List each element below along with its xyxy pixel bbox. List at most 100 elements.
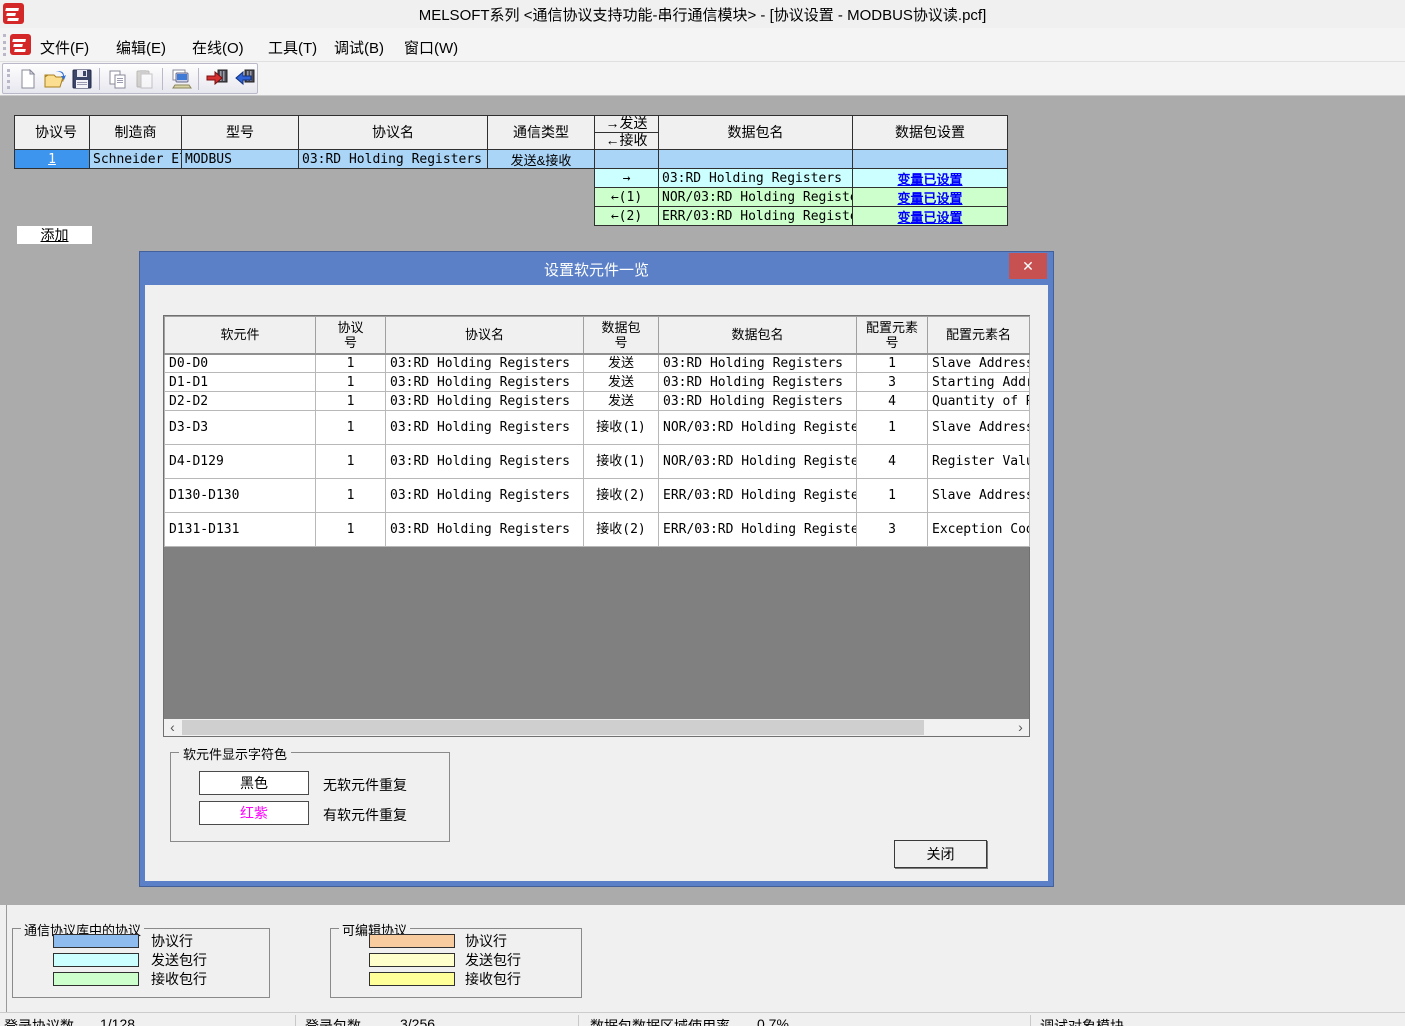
editable-send-row-swatch: [369, 953, 455, 967]
scroll-left-icon[interactable]: ‹: [164, 719, 181, 736]
device-table-header-row: 软元件 协议号 协议名 数据包号 数据包名 配置元素号 配置元素名: [165, 317, 1030, 354]
element-no-cell: 3: [857, 373, 928, 392]
save-icon[interactable]: [69, 66, 94, 92]
add-protocol-button[interactable]: 添加: [17, 226, 92, 244]
packet-cell: 接收(2): [584, 513, 659, 547]
black-color-button[interactable]: 黑色: [199, 771, 309, 795]
col-element-name: 配置元素名: [928, 317, 1030, 354]
packet-name-cell: 03:RD Holding Registers: [659, 373, 857, 392]
protocol-name-cell: 03:RD Holding Registers: [386, 373, 584, 392]
packet-row-direction: →: [594, 168, 659, 188]
close-dialog-button[interactable]: 关闭: [894, 840, 987, 868]
packet-setting-link[interactable]: 变量已设置: [852, 206, 1008, 226]
toolbar-separator: [99, 68, 100, 90]
packet-cell: 接收(2): [584, 479, 659, 513]
col-header-model: 型号: [181, 115, 299, 150]
device-cell: D1-D1: [165, 373, 316, 392]
packet-name-cell: NOR/03:RD Holding Registers: [659, 445, 857, 479]
element-name-cell: Slave Address: [928, 479, 1030, 513]
menu-online[interactable]: 在线(O): [188, 35, 248, 60]
legend-label: 接收包行: [151, 971, 207, 987]
read-from-module-icon[interactable]: [231, 66, 256, 92]
paste-icon[interactable]: [132, 66, 157, 92]
print-icon[interactable]: [168, 66, 193, 92]
protocol-row-number-link[interactable]: 1: [14, 149, 90, 169]
element-no-cell: 1: [857, 479, 928, 513]
toolbar-grip[interactable]: [7, 69, 10, 89]
packet-row-name: ERR/03:RD Holding Registers: [658, 206, 853, 226]
new-file-icon[interactable]: [15, 66, 40, 92]
packet-setting-link[interactable]: 变量已设置: [852, 168, 1008, 188]
menu-file[interactable]: 文件(F): [36, 35, 93, 60]
col-packet-no: 数据包号: [584, 317, 659, 354]
protocol-row-comm-type: 发送&接收: [487, 149, 595, 169]
table-row: D0-D0 1 03:RD Holding Registers 发送 03:RD…: [165, 354, 1030, 373]
status-separator: [1030, 1015, 1031, 1026]
status-bar: 登录协议数 1/128 登录包数 3/256 数据包数据区域使用率 0.7% 调…: [0, 1012, 1405, 1026]
scroll-right-icon[interactable]: ›: [1012, 719, 1029, 736]
protocol-no-cell: 1: [316, 479, 386, 513]
col-header-packet-name: 数据包名: [658, 115, 853, 150]
device-cell: D130-D130: [165, 479, 316, 513]
status-protocol-count-label: 登录协议数: [4, 1016, 74, 1026]
packet-row-direction: ←(2): [594, 206, 659, 226]
element-no-cell: 1: [857, 354, 928, 373]
protocol-row-manufacturer: Schneider El: [89, 149, 182, 169]
copy-icon[interactable]: [105, 66, 130, 92]
open-file-icon[interactable]: [42, 66, 67, 92]
editable-receive-row-swatch: [369, 972, 455, 986]
black-color-label: 无软元件重复: [323, 775, 407, 795]
protocol-no-cell: 1: [316, 411, 386, 445]
packet-cell: 发送: [584, 354, 659, 373]
device-cell: D2-D2: [165, 392, 316, 411]
element-no-cell: 3: [857, 513, 928, 547]
toolbar-separator: [198, 68, 199, 90]
horizontal-scrollbar[interactable]: ‹ ›: [164, 719, 1029, 736]
dialog-titlebar[interactable]: 设置软元件一览 ✕: [140, 252, 1053, 285]
close-icon[interactable]: ✕: [1009, 253, 1047, 279]
protocol-no-cell: 1: [316, 373, 386, 392]
packet-row-direction: ←(1): [594, 187, 659, 207]
table-row: D4-D129 1 03:RD Holding Registers 接收(1) …: [165, 445, 1030, 479]
magenta-color-button[interactable]: 红紫: [199, 801, 309, 825]
device-color-group-title: 软元件显示字符色: [179, 744, 291, 763]
col-header-send: →发送: [595, 116, 658, 133]
magenta-color-label: 有软元件重复: [323, 805, 407, 825]
col-header-manufacturer: 制造商: [89, 115, 182, 150]
packet-cell: 发送: [584, 373, 659, 392]
legend-label: 协议行: [465, 933, 507, 949]
packet-row-name: 03:RD Holding Registers: [658, 168, 853, 188]
editable-protocol-legend: 可编辑协议 协议行 发送包行 接收包行: [330, 928, 582, 998]
element-no-cell: 4: [857, 392, 928, 411]
menu-debug[interactable]: 调试(B): [330, 35, 388, 60]
packet-name-cell: NOR/03:RD Holding Registers: [659, 411, 857, 445]
menu-tools[interactable]: 工具(T): [264, 35, 321, 60]
packet-cell: 接收(1): [584, 411, 659, 445]
legend-panel: 通信协议库中的协议 协议行 发送包行 接收包行 可编辑协议 协议行 发送包行 接…: [0, 905, 1405, 1012]
col-header-packet-setting: 数据包设置: [852, 115, 1008, 150]
application-window: MELSOFT系列 <通信协议支持功能-串行通信模块> - [协议设置 - MO…: [0, 0, 1405, 1026]
device-list-dialog: 设置软元件一览 ✕ 软元件 协议号 协议名 数据包号 数据包名 配置元素号: [140, 252, 1053, 886]
element-name-cell: Quantity of R: [928, 392, 1030, 411]
menubar-grip[interactable]: [3, 34, 6, 56]
packet-setting-link[interactable]: 变量已设置: [852, 187, 1008, 207]
packet-name-cell: 03:RD Holding Registers: [659, 354, 857, 373]
legend-label: 发送包行: [151, 952, 207, 968]
protocol-no-cell: 1: [316, 354, 386, 373]
write-to-module-icon[interactable]: [204, 66, 229, 92]
menu-window[interactable]: 窗口(W): [400, 35, 462, 60]
scrollbar-thumb[interactable]: [182, 720, 924, 735]
window-titlebar: MELSOFT系列 <通信协议支持功能-串行通信模块> - [协议设置 - MO…: [0, 0, 1405, 28]
dialog-body: 软元件 协议号 协议名 数据包号 数据包名 配置元素号 配置元素名 D0-D0 …: [145, 285, 1048, 881]
protocol-no-cell: 1: [316, 513, 386, 547]
panel-edge-line: [6, 905, 7, 1012]
menu-edit[interactable]: 编辑(E): [112, 35, 170, 60]
library-send-row-swatch: [53, 953, 139, 967]
status-debug-module-label: 调试对象模块: [1040, 1016, 1124, 1026]
editable-protocol-row-swatch: [369, 934, 455, 948]
protocol-name-cell: 03:RD Holding Registers: [386, 354, 584, 373]
table-row: D131-D131 1 03:RD Holding Registers 接收(2…: [165, 513, 1030, 547]
library-protocol-row-swatch: [53, 934, 139, 948]
menu-bar: 文件(F) 编辑(E) 在线(O) 工具(T) 调试(B) 窗口(W): [0, 28, 1405, 62]
protocol-row-packet-name-empty: [658, 149, 853, 169]
